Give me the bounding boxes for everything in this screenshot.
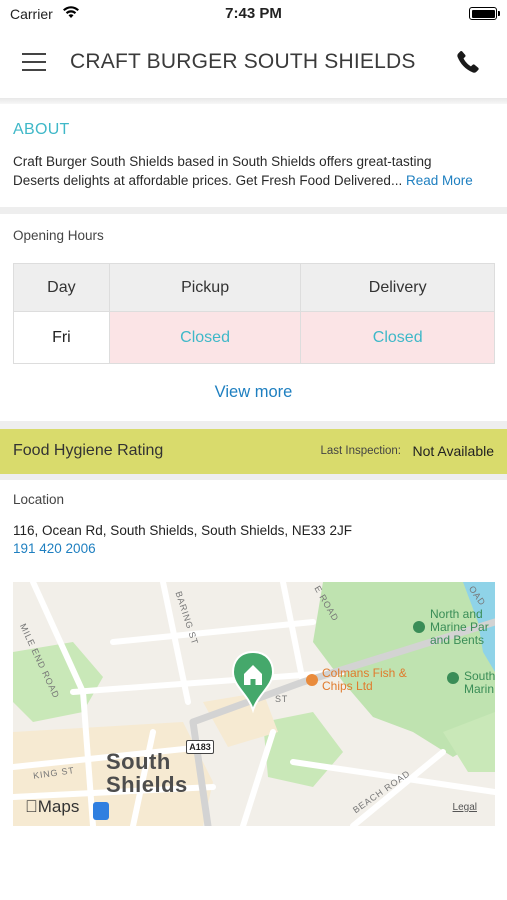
delivery-status-cell: Closed	[300, 311, 495, 364]
day-cell: Fri	[13, 311, 110, 364]
header-shadow-divider	[0, 98, 507, 104]
map-park2-line2: Marin	[464, 682, 495, 696]
map-legal-link[interactable]: Legal	[453, 802, 477, 813]
map-city-line1: South	[106, 749, 171, 774]
maps-logo-text: Maps	[25, 797, 80, 816]
opening-hours-table: Day Pickup Delivery Fri Closed Closed	[13, 263, 495, 364]
last-inspection-label: Last Inspection:	[320, 445, 401, 457]
navbar: CRAFT BURGER SOUTH SHIELDS	[0, 28, 507, 98]
phone-number-link[interactable]: 191 420 2006	[13, 541, 96, 556]
map-park1-line3: and Bents	[430, 633, 485, 647]
apple-maps-logo: Maps	[25, 797, 79, 817]
status-bar: Carrier 7:43 PM	[0, 0, 507, 28]
about-description: Craft Burger South Shields based in Sout…	[13, 152, 495, 190]
about-text-line1: Craft Burger South Shields based in Sout…	[13, 154, 432, 169]
map-park-south-label: South Marin	[464, 670, 495, 696]
pickup-status-cell: Closed	[108, 311, 302, 364]
opening-hours-heading: Opening Hours	[13, 228, 104, 243]
apple-logo-icon: 	[25, 797, 38, 816]
phone-icon[interactable]	[455, 49, 481, 75]
section-divider-hours	[0, 421, 507, 429]
map-graphic	[13, 582, 495, 826]
section-divider-hygiene	[0, 474, 507, 480]
about-title: ABOUT	[13, 121, 70, 138]
address-text: 116, Ocean Rd, South Shields, South Shie…	[13, 523, 352, 538]
road-label-st: ST	[275, 694, 289, 704]
map-poi-line2: Chips Ltd	[322, 679, 373, 693]
column-header-pickup: Pickup	[108, 263, 302, 312]
page-title: CRAFT BURGER SOUTH SHIELDS	[70, 50, 416, 73]
food-hygiene-title: Food Hygiene Rating	[13, 442, 164, 459]
map-park-north-label: North and Marine Par and Bents	[430, 608, 489, 647]
about-ellipsis: ...	[390, 173, 406, 188]
location-map[interactable]: South Shields Colmans Fish & Chips Ltd N…	[13, 582, 495, 826]
road-badge: A183	[186, 740, 214, 754]
location-heading: Location	[13, 492, 65, 507]
view-more-link[interactable]: View more	[0, 383, 507, 402]
last-inspection-value: Not Available	[412, 443, 494, 459]
map-city-line2: Shields	[106, 772, 188, 797]
column-header-delivery: Delivery	[300, 263, 495, 312]
map-city-label: South Shields	[106, 750, 188, 796]
map-poi-label: Colmans Fish & Chips Ltd	[322, 667, 407, 693]
status-time: 7:43 PM	[225, 5, 282, 22]
about-text-line2: Deserts delights at affordable prices. G…	[13, 171, 495, 190]
battery-icon	[469, 7, 500, 20]
about-text-line2-body: Deserts delights at affordable prices. G…	[13, 173, 391, 188]
hamburger-menu-icon[interactable]	[22, 53, 48, 71]
opening-hours-header-row: Day Pickup Delivery	[13, 263, 495, 312]
read-more-link[interactable]: Read More	[406, 173, 473, 188]
table-row: Fri Closed Closed	[13, 311, 495, 364]
column-header-day: Day	[13, 263, 110, 312]
section-divider-about	[0, 207, 507, 214]
food-hygiene-bar: Food Hygiene Rating Last Inspection: Not…	[0, 429, 507, 474]
